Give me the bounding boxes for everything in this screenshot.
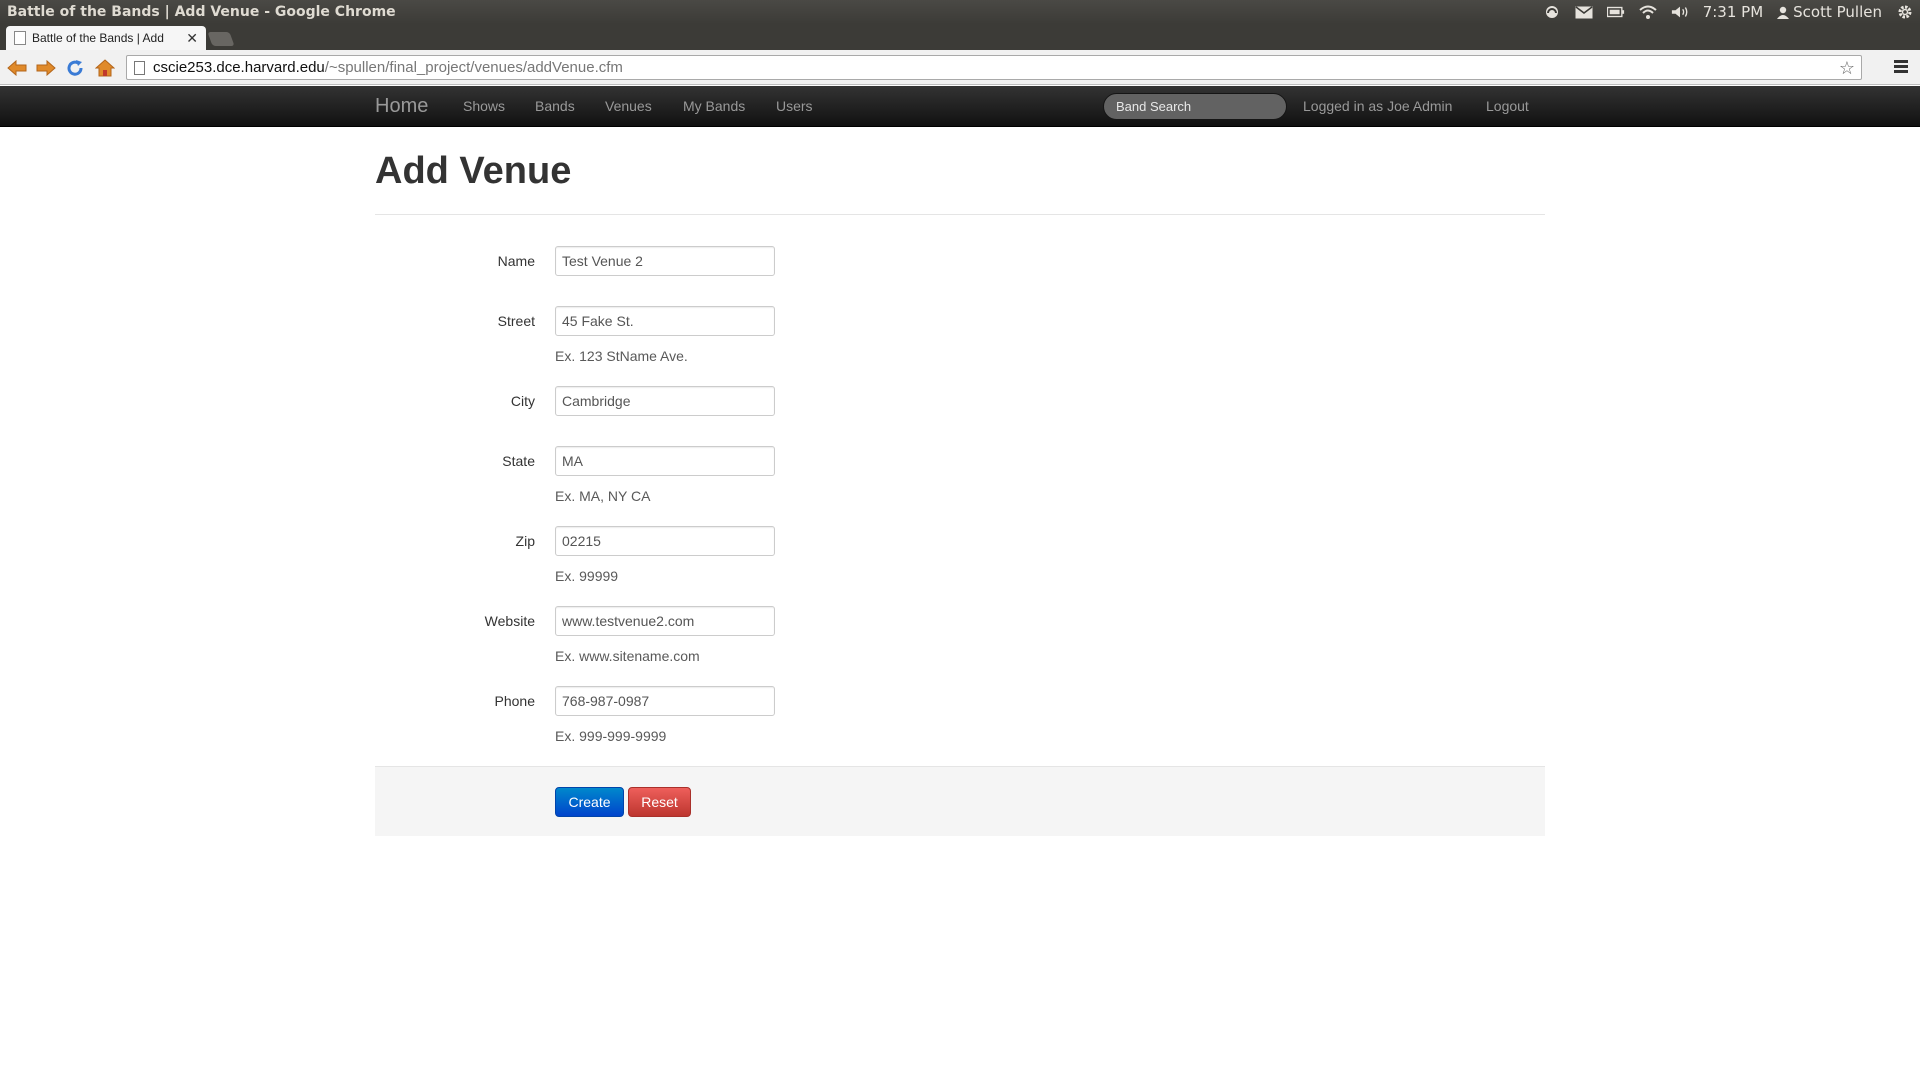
nav-venues-link[interactable]: Venues [605,86,652,126]
state-help: Ex. MA, NY CA [555,488,651,504]
city-label: City [510,393,535,409]
bookmark-star-icon[interactable]: ☆ [1839,57,1855,80]
sync-icon[interactable] [1543,4,1561,20]
divider [375,214,1545,215]
mail-icon[interactable] [1575,4,1593,20]
gear-icon[interactable] [1896,4,1914,20]
nav-shows-link[interactable]: Shows [463,86,505,126]
page-icon [14,31,26,45]
clock[interactable]: 7:31 PM [1703,0,1763,24]
tab-title: Battle of the Bands | Add [32,31,164,45]
band-search-input[interactable] [1103,93,1287,120]
website-label: Website [484,613,535,629]
logged-in-text[interactable]: Logged in as Joe Admin [1303,86,1452,126]
tab-strip: Battle of the Bands | Add ✕ [0,24,1920,50]
url-path: /~spullen/final_project/venues/addVenue.… [324,59,623,76]
window-title: Battle of the Bands | Add Venue - Google… [7,4,396,20]
zip-field[interactable] [555,526,775,556]
browser-tab[interactable]: Battle of the Bands | Add ✕ [6,26,206,50]
nav-my-bands-link[interactable]: My Bands [683,86,745,126]
reload-button[interactable] [64,58,86,78]
phone-help: Ex. 999-999-9999 [555,728,667,744]
nav-users-link[interactable]: Users [776,86,813,126]
wifi-icon[interactable] [1639,4,1657,20]
state-label: State [502,453,535,469]
battery-icon[interactable] [1606,4,1625,20]
logout-link[interactable]: Logout [1486,86,1529,126]
street-field[interactable] [555,306,775,336]
chrome-menu-button[interactable] [1894,60,1908,75]
new-tab-button[interactable] [207,32,235,46]
create-button[interactable]: Create [555,787,624,817]
city-field[interactable] [555,386,775,416]
volume-icon[interactable] [1671,4,1689,20]
browser-toolbar: cscie253.dce.harvard.edu/~spullen/final_… [0,50,1920,85]
nav-home-link[interactable]: Home [375,86,428,126]
user-icon [1777,6,1790,19]
website-help: Ex. www.sitename.com [555,648,700,664]
os-top-panel: Battle of the Bands | Add Venue - Google… [0,0,1920,24]
name-label: Name [497,253,535,269]
site-navbar: Home Shows Bands Venues My Bands Users L… [0,86,1920,127]
street-label: Street [497,313,535,329]
home-button[interactable] [94,58,116,78]
url-host: cscie253.dce.harvard.edu [153,59,325,76]
phone-label: Phone [494,693,535,709]
page-icon [134,61,145,75]
forward-arrow-icon [36,60,56,76]
nav-bands-link[interactable]: Bands [535,86,575,126]
state-field[interactable] [555,446,775,476]
website-field[interactable] [555,606,775,636]
phone-field[interactable] [555,686,775,716]
home-icon [95,59,115,77]
page-title: Add Venue [375,150,572,192]
form-actions: Create Reset [375,766,1545,836]
reset-button[interactable]: Reset [628,787,691,817]
street-help: Ex. 123 StName Ave. [555,348,688,364]
back-button[interactable] [6,58,28,78]
system-tray: 7:31 PM Scott Pullen [1543,0,1914,24]
user-name: Scott Pullen [1793,3,1882,21]
zip-label: Zip [515,533,535,549]
reload-icon [67,60,83,76]
back-arrow-icon [7,60,27,76]
user-menu[interactable]: Scott Pullen [1777,0,1882,24]
close-icon[interactable]: ✕ [186,30,198,47]
address-bar[interactable]: cscie253.dce.harvard.edu/~spullen/final_… [126,55,1862,80]
zip-help: Ex. 99999 [555,568,619,584]
forward-button[interactable] [35,58,57,78]
name-field[interactable] [555,246,775,276]
